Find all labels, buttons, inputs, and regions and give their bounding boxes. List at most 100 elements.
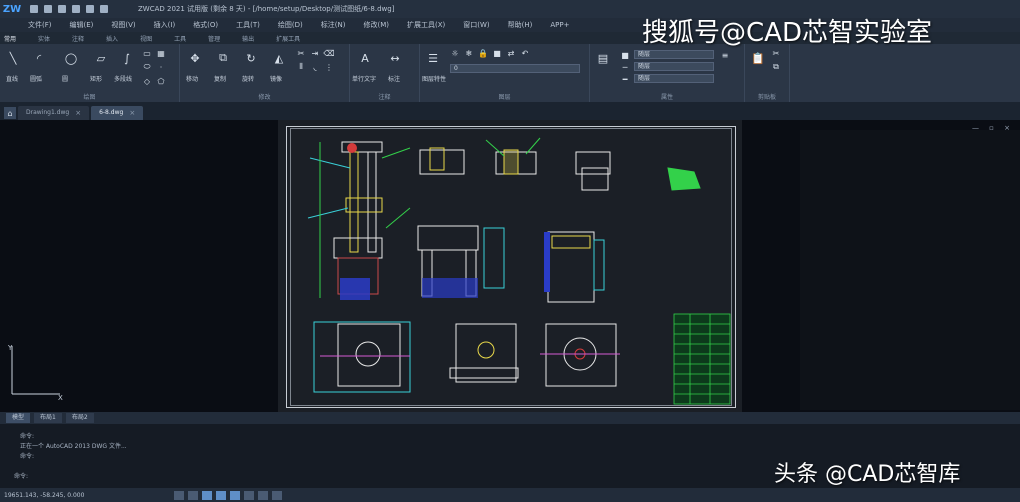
undo-icon[interactable] xyxy=(86,5,94,13)
copy-clip-icon[interactable]: ⧉ xyxy=(771,62,781,72)
spline-tool-icon[interactable]: ∫ xyxy=(118,50,136,66)
menu-item-view[interactable]: 视图(V) xyxy=(111,20,135,30)
rectangle-icon[interactable]: ▭ xyxy=(142,48,152,58)
doc-tab-drawing1[interactable]: Drawing1.dwg × xyxy=(18,106,90,120)
polar-icon[interactable] xyxy=(216,490,227,500)
layer-freeze-icon[interactable]: ❄ xyxy=(464,48,474,58)
layer-prev-icon[interactable]: ↶ xyxy=(520,48,530,58)
panel-draw: ╲ ◜ ◯ ▱ ∫ ▭ ▦ ⬭ · ◇ ⬠ 直线 圆弧 圆 矩形 多段线 绘图 xyxy=(0,44,180,102)
tab-extension[interactable]: 扩展工具 xyxy=(276,34,300,43)
circle-tool-icon[interactable]: ◯ xyxy=(62,50,80,66)
tab-view[interactable]: 视图 xyxy=(140,34,152,43)
tab-manage[interactable]: 管理 xyxy=(208,34,220,43)
menu-item-extension[interactable]: 扩展工具(X) xyxy=(407,20,445,30)
tab-home[interactable]: 常用 xyxy=(4,34,16,43)
svg-text:X: X xyxy=(58,394,63,402)
lineweight-dropdown[interactable]: 随层 xyxy=(634,74,714,83)
ellipse-icon[interactable]: ⬭ xyxy=(142,62,152,72)
point-icon[interactable]: · xyxy=(156,62,166,72)
close-icon[interactable]: × xyxy=(129,106,135,120)
layer-match-icon[interactable]: ⇄ xyxy=(506,48,516,58)
erase-icon[interactable]: ⌫ xyxy=(323,48,334,58)
offset-icon[interactable]: ⫴ xyxy=(296,62,306,72)
rotate-icon[interactable]: ↻ xyxy=(242,50,260,66)
cut-icon[interactable]: ✂ xyxy=(771,48,781,58)
snap-icon[interactable] xyxy=(174,490,185,500)
command-input[interactable]: 命令: xyxy=(14,472,28,482)
layer-properties-icon[interactable]: ☰ xyxy=(424,50,442,66)
tab-layout1[interactable]: 布局1 xyxy=(34,413,62,423)
array-icon[interactable]: ⋮ xyxy=(324,62,334,72)
layer-color-icon[interactable]: ■ xyxy=(492,48,502,58)
menu-item-edit[interactable]: 编辑(E) xyxy=(70,20,94,30)
match-properties-icon[interactable]: ▤ xyxy=(594,50,612,66)
layer-on-icon[interactable]: ☼ xyxy=(450,48,460,58)
doc-tab-label: Drawing1.dwg xyxy=(26,109,70,116)
menu-item-dimension[interactable]: 标注(N) xyxy=(321,20,346,30)
linetype-icon[interactable]: ─ xyxy=(620,62,630,72)
coordinates-readout: 19651.143, -58.245, 0.000 xyxy=(4,491,85,499)
polyline-tool-icon[interactable]: ▱ xyxy=(92,50,110,66)
panel-label-layers: 图层 xyxy=(498,94,511,101)
zwcad-logo-icon[interactable]: ZW xyxy=(0,0,24,18)
linetype-dropdown[interactable]: 随层 xyxy=(634,62,714,71)
drawing-canvas[interactable]: — ▫ × Y X xyxy=(0,120,1020,412)
otrack-icon[interactable] xyxy=(244,490,255,500)
menu-item-draw[interactable]: 绘图(D) xyxy=(278,20,303,30)
mirror-icon[interactable]: ◭ xyxy=(270,50,288,66)
color-icon[interactable]: ■ xyxy=(620,50,630,60)
draw-label-line: 直线 xyxy=(6,76,19,83)
menu-item-app[interactable]: APP+ xyxy=(550,21,569,29)
menu-item-window[interactable]: 窗口(W) xyxy=(463,20,489,30)
polygon-icon[interactable]: ⬠ xyxy=(156,76,166,86)
menu-item-modify[interactable]: 修改(M) xyxy=(363,20,389,30)
tab-solid[interactable]: 实体 xyxy=(38,34,50,43)
new-file-icon[interactable] xyxy=(30,5,38,13)
tab-layout2[interactable]: 布局2 xyxy=(65,413,94,423)
doc-tab-active[interactable]: 6-8.dwg × xyxy=(91,106,144,120)
home-icon[interactable]: ⌂ xyxy=(4,107,16,119)
assembly-view xyxy=(307,141,411,300)
tab-insert[interactable]: 插入 xyxy=(106,34,118,43)
viewport-window-controls[interactable]: — ▫ × xyxy=(972,124,1014,132)
open-file-icon[interactable] xyxy=(44,5,52,13)
print-icon[interactable] xyxy=(72,5,80,13)
menu-item-help[interactable]: 帮助(H) xyxy=(508,20,533,30)
move-icon[interactable]: ✥ xyxy=(186,50,204,66)
menu-item-file[interactable]: 文件(F) xyxy=(28,20,52,30)
dimension-icon[interactable]: ↔ xyxy=(386,50,404,66)
layer-dropdown[interactable]: 0 xyxy=(450,64,580,73)
region-icon[interactable]: ◇ xyxy=(142,76,152,86)
menu-item-insert[interactable]: 插入(I) xyxy=(154,20,176,30)
line-tool-icon[interactable]: ╲ xyxy=(4,50,22,66)
status-bar: 19651.143, -58.245, 0.000 xyxy=(0,488,1020,502)
lineweight-icon[interactable]: ━ xyxy=(620,74,630,84)
dynamic-input-icon[interactable] xyxy=(272,490,283,500)
title-block xyxy=(673,313,731,405)
arc-tool-icon[interactable]: ◜ xyxy=(30,50,48,66)
hatch-icon[interactable]: ▦ xyxy=(156,48,166,58)
copy-icon[interactable]: ⧉ xyxy=(214,50,232,66)
close-icon[interactable]: × xyxy=(75,106,81,120)
lineweight-toggle-icon[interactable] xyxy=(258,490,269,500)
text-icon[interactable]: A xyxy=(356,50,374,66)
tab-output[interactable]: 输出 xyxy=(242,34,254,43)
layer-lock-icon[interactable]: 🔒 xyxy=(478,48,488,58)
extend-icon[interactable]: ⇥ xyxy=(310,48,320,58)
grid-icon[interactable] xyxy=(188,490,199,500)
tab-model[interactable]: 模型 xyxy=(6,413,31,423)
save-icon[interactable] xyxy=(58,5,66,13)
layout-tabs: 模型 布局1 布局2 xyxy=(0,412,1020,424)
ortho-icon[interactable] xyxy=(202,490,213,500)
tab-tools[interactable]: 工具 xyxy=(174,34,186,43)
fillet-icon[interactable]: ◟ xyxy=(310,62,320,72)
paste-icon[interactable]: 📋 xyxy=(749,50,767,66)
tab-annotate[interactable]: 注释 xyxy=(72,34,84,43)
color-dropdown[interactable]: 随层 xyxy=(634,50,714,59)
menu-item-tools[interactable]: 工具(T) xyxy=(236,20,260,30)
properties-icon[interactable]: ≡ xyxy=(720,50,730,60)
menu-item-format[interactable]: 格式(O) xyxy=(193,20,218,30)
osnap-icon[interactable] xyxy=(230,490,241,500)
redo-icon[interactable] xyxy=(100,5,108,13)
trim-icon[interactable]: ✂ xyxy=(296,48,306,58)
